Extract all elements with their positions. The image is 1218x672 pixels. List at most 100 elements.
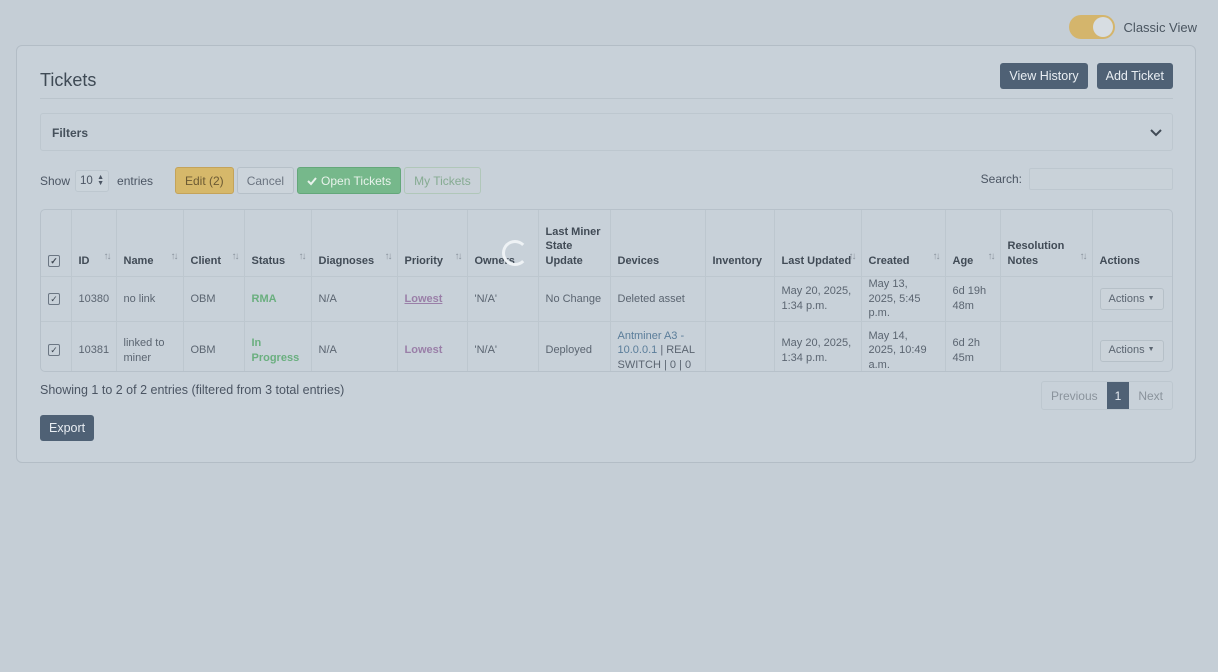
col-header-created[interactable]: Created ↑↓ <box>861 210 946 277</box>
sort-icon[interactable]: ↑↓ <box>455 250 463 265</box>
cell-status: In Progress <box>244 320 312 371</box>
previous-button[interactable]: Previous <box>1042 382 1107 409</box>
page-title: Tickets <box>40 70 97 90</box>
col-label: Name <box>123 254 154 267</box>
cell-miner-state: Deployed <box>538 320 611 371</box>
checkbox-icon[interactable]: ✓ <box>48 254 60 267</box>
cancel-button[interactable]: Cancel <box>236 167 295 194</box>
col-label: Inventory <box>712 254 763 267</box>
col-header-inventory: Inventory <box>705 210 775 277</box>
priority-label: Lowest <box>404 344 443 357</box>
header-buttons: View History Add Ticket <box>1000 63 1173 89</box>
search-label: Search: <box>980 172 1022 186</box>
col-header-miner-state: Last Miner State Update <box>538 210 611 277</box>
sort-icon[interactable]: ↑↓ <box>385 250 393 265</box>
search-group: Search: <box>981 168 1173 190</box>
priority-link[interactable]: Lowest <box>405 293 443 305</box>
sort-icon[interactable]: ↑↓ <box>104 250 112 265</box>
sort-icon[interactable]: ↑↓ <box>933 250 941 265</box>
col-label: Last Miner State Update <box>545 225 601 267</box>
check-icon <box>307 176 317 185</box>
select-all-header[interactable]: ✓ <box>41 210 72 277</box>
col-header-priority[interactable]: Priority ↑↓ <box>397 210 468 277</box>
checkbox-icon[interactable]: ✓ <box>48 344 60 357</box>
cell-miner-state: No Change <box>538 276 611 321</box>
table-row[interactable]: ✓ 10381 linked to miner OBM In Progress … <box>41 320 1172 371</box>
tickets-card: Tickets View History Add Ticket Filters … <box>16 45 1196 463</box>
edit-button[interactable]: Edit (2) <box>175 167 234 194</box>
actions-label: Actions <box>1108 344 1145 357</box>
classic-view-label: Classic View <box>1123 19 1197 35</box>
classic-view-toggle-group: Classic View <box>1068 15 1197 39</box>
cell-inventory <box>705 320 775 371</box>
col-header-actions: Actions <box>1092 210 1172 277</box>
cell-devices: Antminer A3 - 10.0.0.1 | REAL SWITCH | 0… <box>610 320 706 371</box>
page-1-button[interactable]: 1 <box>1106 382 1130 409</box>
col-label: ID <box>78 254 90 267</box>
sort-icon[interactable]: ↑↓ <box>232 250 240 265</box>
checkbox-icon[interactable]: ✓ <box>48 292 60 305</box>
col-header-id[interactable]: ID ↑↓ <box>71 210 117 277</box>
view-history-button[interactable]: View History <box>1000 63 1088 89</box>
entries-value: 10 <box>80 175 93 187</box>
col-header-last-updated[interactable]: Last Updated ↑↓ <box>774 210 862 277</box>
cell-owners: 'N/A' <box>467 320 539 371</box>
filters-panel[interactable]: Filters <box>40 113 1173 151</box>
col-header-status[interactable]: Status ↑↓ <box>244 210 312 277</box>
col-header-client[interactable]: Client ↑↓ <box>183 210 245 277</box>
col-header-owners[interactable]: Owners <box>467 210 539 277</box>
sort-icon[interactable]: ↑↓ <box>849 250 857 265</box>
cell-name: linked to miner <box>116 320 184 371</box>
cell-name: no link <box>116 276 184 321</box>
col-label: Status <box>251 254 286 267</box>
classic-view-toggle[interactable] <box>1068 15 1115 39</box>
sort-icon[interactable]: ↑↓ <box>1080 250 1088 265</box>
cell-priority: Lowest <box>397 276 468 321</box>
col-label: Last Updated <box>781 254 852 267</box>
actions-dropdown[interactable]: Actions ▼ <box>1099 339 1164 362</box>
sort-icon[interactable]: ↑↓ <box>299 250 307 265</box>
next-button[interactable]: Next <box>1129 382 1172 409</box>
table-buttons: Edit (2) Cancel Open Tickets My Tickets <box>175 167 481 194</box>
cell-age: 6d 2h 45m <box>945 320 1001 371</box>
row-select[interactable]: ✓ <box>41 276 72 321</box>
sort-icon[interactable]: ↑↓ <box>988 250 996 265</box>
cell-client: OBM <box>183 276 245 321</box>
row-select[interactable]: ✓ <box>41 320 72 371</box>
cell-last-updated: May 20, 2025, 1:34 p.m. <box>774 320 862 371</box>
col-header-diagnoses[interactable]: Diagnoses ↑↓ <box>311 210 398 277</box>
add-ticket-button[interactable]: Add Ticket <box>1096 63 1173 89</box>
actions-label: Actions <box>1108 292 1145 305</box>
export-button[interactable]: Export <box>40 415 95 441</box>
toggle-knob <box>1092 17 1113 37</box>
cell-created: May 14, 2025, 10:49 a.m. <box>861 320 946 371</box>
table-info: Showing 1 to 2 of 2 entries (filtered fr… <box>40 383 345 397</box>
cell-created: May 13, 2025, 5:45 p.m. <box>861 276 946 321</box>
col-label: Diagnoses <box>318 254 375 267</box>
actions-dropdown[interactable]: Actions ▼ <box>1099 287 1164 310</box>
cell-diagnoses: N/A <box>311 320 398 371</box>
my-tickets-button[interactable]: My Tickets <box>404 167 481 194</box>
col-header-resolution-notes[interactable]: Resolution Notes ↑↓ <box>1000 210 1093 277</box>
cell-resolution-notes <box>1000 320 1093 371</box>
title-divider <box>40 98 1173 99</box>
col-label: Priority <box>404 254 444 267</box>
search-input[interactable] <box>1029 168 1173 190</box>
sort-icon[interactable]: ↑↓ <box>171 250 179 265</box>
cell-client: OBM <box>183 320 245 371</box>
chevron-down-icon[interactable] <box>1148 124 1164 140</box>
table-row[interactable]: ✓ 10380 no link OBM RMA N/A Lowest 'N/A'… <box>41 276 1172 321</box>
open-tickets-button[interactable]: Open Tickets <box>297 167 402 194</box>
cell-devices: Deleted asset <box>610 276 706 321</box>
cell-id: 10381 <box>71 320 117 371</box>
col-label: Client <box>190 254 222 267</box>
col-label: Actions <box>1099 254 1140 267</box>
cell-actions: Actions ▼ <box>1092 320 1172 371</box>
col-header-age[interactable]: Age ↑↓ <box>945 210 1001 277</box>
tickets-table: ✓ ID ↑↓ Name ↑↓ Client ↑↓ Status ↑↓ Diagnose… <box>40 209 1173 372</box>
cell-priority: Lowest <box>397 320 468 371</box>
col-header-name[interactable]: Name ↑↓ <box>116 210 184 277</box>
entries-select[interactable]: 10 ▲ ▼ <box>75 170 110 192</box>
col-header-devices: Devices <box>610 210 706 277</box>
cell-actions: Actions ▼ <box>1092 276 1172 321</box>
